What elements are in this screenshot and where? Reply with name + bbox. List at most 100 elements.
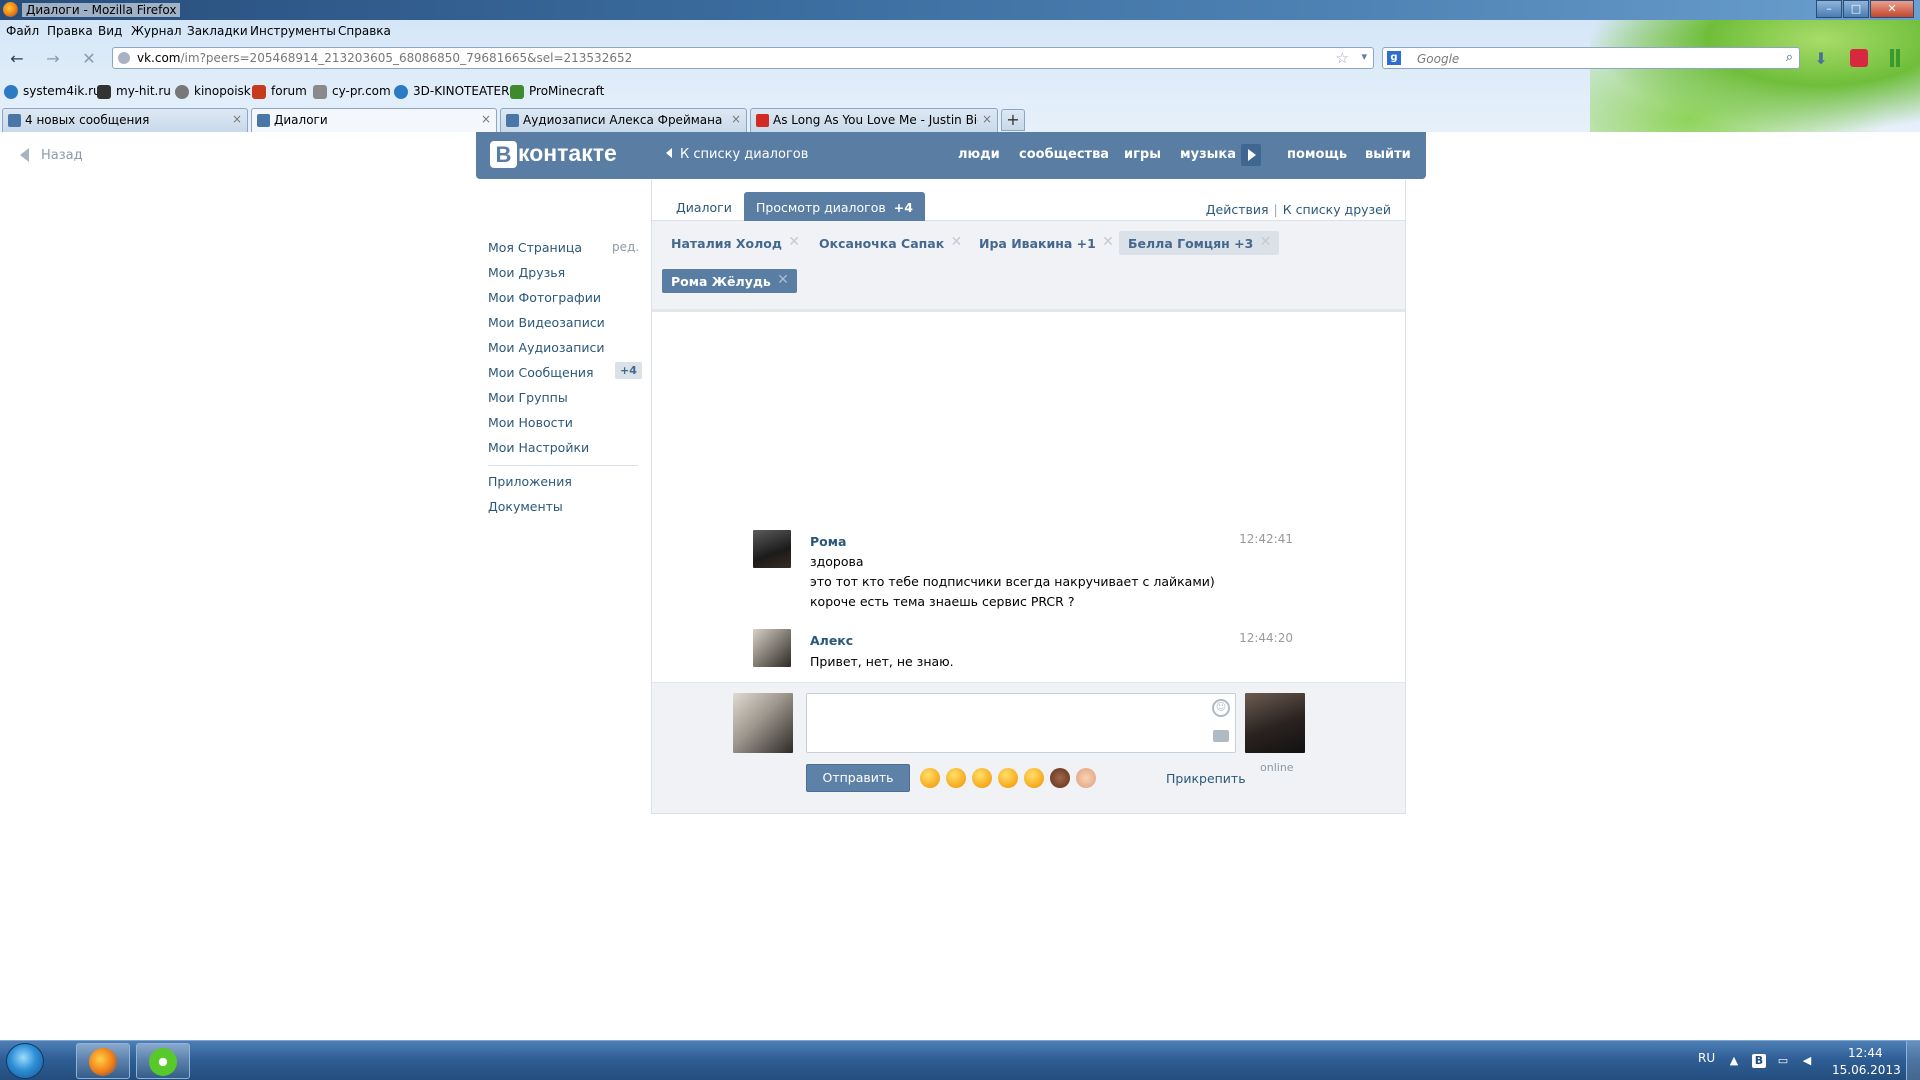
search-icon[interactable]: ⌕ <box>1786 50 1793 65</box>
actions-link[interactable]: Действия <box>1206 202 1269 217</box>
show-hidden-icons-icon[interactable]: ▲ <box>1727 1054 1741 1068</box>
avatar[interactable] <box>753 530 791 568</box>
nav-games[interactable]: игры <box>1124 147 1161 162</box>
url-text[interactable]: vk.com/im?peers=205468914_213203605_6808… <box>137 51 632 65</box>
tab-audio[interactable]: Аудиозаписи Алекса Фреймана | 19 ... × <box>500 108 747 132</box>
nav-music[interactable]: музыка <box>1180 147 1236 162</box>
send-button[interactable]: Отправить <box>806 764 910 792</box>
close-icon[interactable]: ✕ <box>788 234 800 250</box>
close-window-button[interactable]: ✕ <box>1870 0 1914 18</box>
to-dialog-list-link[interactable]: К списку диалогов <box>666 147 808 162</box>
tab-dialogs-list[interactable]: Диалоги <box>664 192 744 221</box>
message-author[interactable]: Алекс <box>810 633 853 648</box>
bookmark-my-hit[interactable]: my-hit.ru <box>97 84 171 99</box>
taskbar-firefox[interactable] <box>76 1043 130 1079</box>
start-button[interactable] <box>6 1043 44 1079</box>
bookmark-prominecraft[interactable]: ProMinecraft <box>510 84 604 99</box>
menu-edit[interactable]: Правка <box>47 24 93 38</box>
peer-tab-current[interactable]: Рома Жёлудь ✕ <box>662 269 797 293</box>
bookmark-star-icon[interactable]: ☆ <box>1336 49 1349 67</box>
emoji-relieved-icon[interactable] <box>998 768 1018 788</box>
close-icon[interactable]: ✕ <box>777 272 789 288</box>
camera-icon[interactable] <box>1213 730 1229 742</box>
menu-file[interactable]: Файл <box>6 24 39 38</box>
emoji-smile-icon[interactable] <box>946 768 966 788</box>
tab-close-icon[interactable]: × <box>232 112 242 126</box>
search-bar[interactable]: g Google ⌕ <box>1382 47 1800 69</box>
nav-communities[interactable]: сообщества <box>1019 147 1109 162</box>
menu-help[interactable]: Справка <box>338 24 391 38</box>
bookmark-forum[interactable]: forum <box>252 84 307 99</box>
sidebar-edit-link[interactable]: ред. <box>612 240 639 254</box>
sidebar-apps[interactable]: Приложения <box>488 474 572 489</box>
clock-date[interactable]: 15.06.2013 <box>1832 1063 1901 1077</box>
avatar[interactable] <box>753 629 791 667</box>
music-play-icon[interactable] <box>1241 144 1261 166</box>
bookmark-kinopoisk[interactable]: kinopoisk <box>175 84 251 99</box>
sidebar-my-videos[interactable]: Мои Видеозаписи <box>488 315 605 330</box>
emoji-kiss-icon[interactable] <box>972 768 992 788</box>
stop-icon[interactable]: ✕ <box>80 50 98 68</box>
site-identity-icon[interactable] <box>118 52 130 64</box>
nav-people[interactable]: люди <box>958 147 1000 162</box>
sidebar-my-groups[interactable]: Мои Группы <box>488 390 568 405</box>
language-indicator[interactable]: RU <box>1698 1051 1715 1065</box>
tab-new-messages[interactable]: 4 новых сообщения × <box>2 108 248 132</box>
minimize-button[interactable]: – <box>1816 0 1842 18</box>
clock-time[interactable]: 12:44 <box>1848 1046 1883 1060</box>
forward-icon[interactable]: → <box>44 50 62 68</box>
tab-close-icon[interactable]: × <box>481 112 491 126</box>
signal-icon[interactable] <box>1890 49 1904 67</box>
sidebar-documents[interactable]: Документы <box>488 499 563 514</box>
menu-view[interactable]: Вид <box>98 24 122 38</box>
peer-avatar[interactable] <box>1245 693 1305 753</box>
menu-history[interactable]: Журнал <box>131 24 182 38</box>
message-time[interactable]: 12:42:41 <box>1239 532 1293 546</box>
emoji-devil-icon[interactable] <box>1050 768 1070 788</box>
nav-help[interactable]: помощь <box>1287 147 1347 162</box>
sidebar-my-friends[interactable]: Мои Друзья <box>488 265 565 280</box>
taskbar-icq[interactable] <box>136 1043 190 1079</box>
close-icon[interactable]: ✕ <box>1260 234 1272 250</box>
show-desktop-button[interactable] <box>1906 1041 1920 1080</box>
network-icon[interactable]: ▭ <box>1776 1054 1790 1068</box>
message-author[interactable]: Рома <box>810 534 846 549</box>
my-avatar[interactable] <box>733 693 793 753</box>
bookmark-cy-pr[interactable]: cy-pr.com <box>313 84 391 99</box>
vk-tray-icon[interactable]: В <box>1752 1054 1766 1068</box>
smile-icon[interactable]: ☺ <box>1212 699 1230 717</box>
attach-link[interactable]: Прикрепить <box>1166 771 1246 786</box>
emoji-ok-hand-icon[interactable] <box>1076 768 1096 788</box>
message-input[interactable]: ☺ <box>806 693 1236 753</box>
sidebar-my-audio[interactable]: Мои Аудиозаписи <box>488 340 605 355</box>
sidebar-my-photos[interactable]: Мои Фотографии <box>488 290 601 305</box>
tab-close-icon[interactable]: × <box>731 112 741 126</box>
peer-tab[interactable]: Ира Ивакина +1 ✕ <box>970 231 1122 255</box>
tab-youtube[interactable]: As Long As You Love Me - Justin Bieb... … <box>750 108 998 132</box>
close-icon[interactable]: ✕ <box>950 234 962 250</box>
volume-icon[interactable]: ◀ <box>1800 1054 1814 1068</box>
url-bar[interactable]: vk.com/im?peers=205468914_213203605_6808… <box>112 47 1374 69</box>
peer-tab[interactable]: Наталия Холод ✕ <box>662 231 808 255</box>
vk-logo[interactable]: Вконтакте <box>490 140 617 168</box>
nav-logout[interactable]: выйти <box>1365 147 1411 162</box>
close-icon[interactable]: ✕ <box>1102 234 1114 250</box>
message-time[interactable]: 12:44:20 <box>1239 631 1293 645</box>
emoji-wink-icon[interactable] <box>1024 768 1044 788</box>
url-dropdown-icon[interactable]: ▾ <box>1361 50 1367 63</box>
google-icon[interactable]: g <box>1387 51 1401 65</box>
tab-dialogs[interactable]: Диалоги × <box>251 108 497 132</box>
emoji-laugh-icon[interactable] <box>920 768 940 788</box>
back-link[interactable]: Назад <box>20 148 83 163</box>
sidebar-my-news[interactable]: Мои Новости <box>488 415 573 430</box>
new-tab-button[interactable]: + <box>1001 109 1025 131</box>
peer-tab-selected[interactable]: Белла Гомцян +3 ✕ <box>1119 231 1280 255</box>
peer-tab[interactable]: Оксаночка Сапак ✕ <box>810 231 970 255</box>
menu-tools[interactable]: Инструменты <box>250 24 336 38</box>
back-icon[interactable]: ← <box>8 50 26 68</box>
menu-bookmarks[interactable]: Закладки <box>187 24 248 38</box>
friends-list-link[interactable]: К списку друзей <box>1283 202 1391 217</box>
bookmark-system4ik[interactable]: system4ik.ru <box>4 84 101 99</box>
bookmark-3d-kinoteater[interactable]: 3D-KINOTEATER <box>394 84 509 99</box>
messages-count-badge[interactable]: +4 <box>615 362 642 379</box>
